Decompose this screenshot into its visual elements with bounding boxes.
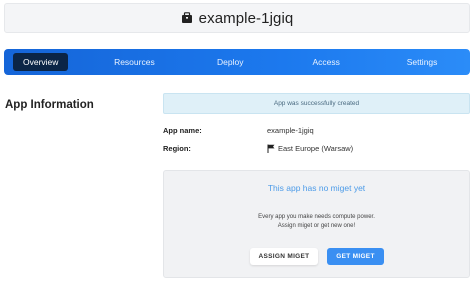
region-text: East Europe (Warsaw) <box>278 144 354 153</box>
app-name-label: App name: <box>163 126 202 135</box>
miget-desc-line-1: Every app you make needs compute power. <box>258 214 375 220</box>
tab-overview[interactable]: Overview <box>13 53 69 71</box>
miget-panel-title: This app has no miget yet <box>267 183 366 193</box>
tab-access[interactable]: Access <box>278 57 374 67</box>
miget-desc-line-2: Assign miget or get new one! <box>277 223 356 229</box>
success-alert: App was successfully created <box>163 93 470 114</box>
box-icon <box>181 12 192 23</box>
app-header: example-1jgiq <box>4 3 470 33</box>
tab-resources[interactable]: Resources <box>86 57 182 67</box>
section-title: App Information <box>5 99 94 111</box>
app-name-text: example-1jgiq <box>267 126 314 135</box>
tab-settings[interactable]: Settings <box>374 57 470 67</box>
assign-miget-button[interactable]: ASSIGN MIGET <box>250 248 318 265</box>
region-value: East Europe (Warsaw) <box>267 144 353 153</box>
flag-icon <box>267 144 275 153</box>
app-title: example-1jgiq <box>198 9 294 27</box>
tab-bar: Overview Resources Deploy Access Setting… <box>4 49 470 75</box>
app-name-value: example-1jgiq <box>267 126 314 135</box>
miget-panel: This app has no miget yet Every app you … <box>163 170 470 278</box>
miget-panel-description: Every app you make needs compute power. … <box>164 213 469 231</box>
region-label: Region: <box>163 144 191 153</box>
get-miget-button[interactable]: GET MIGET <box>327 248 384 265</box>
tab-deploy[interactable]: Deploy <box>182 57 278 67</box>
